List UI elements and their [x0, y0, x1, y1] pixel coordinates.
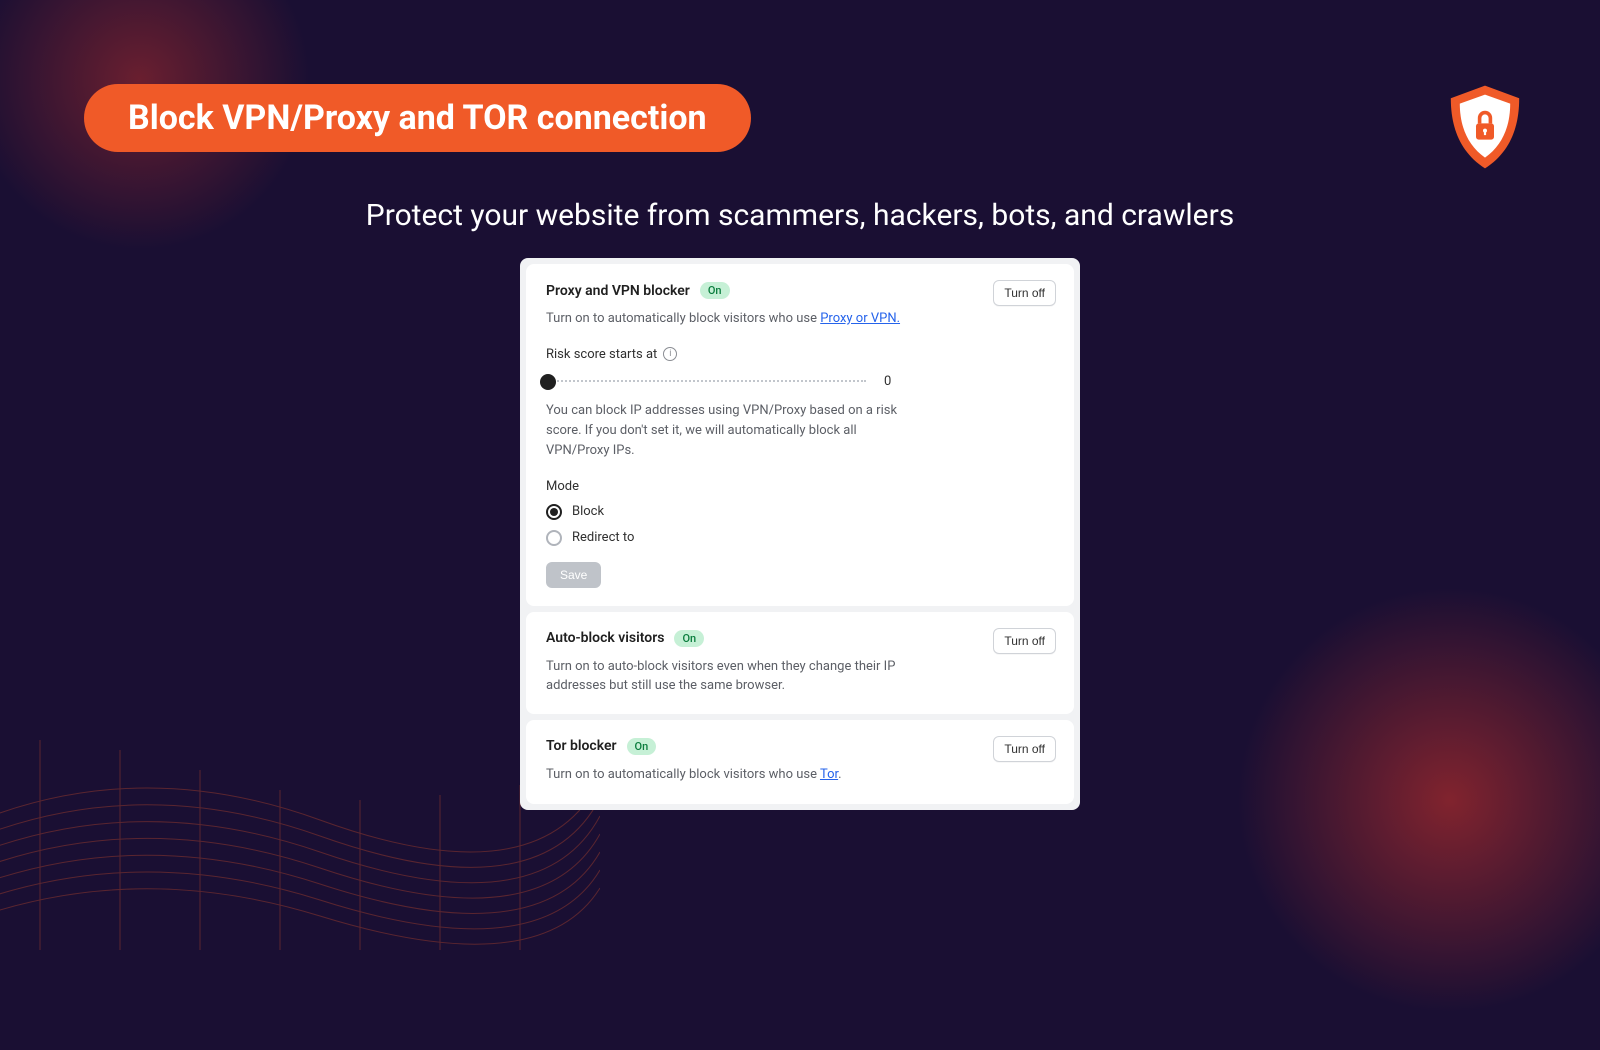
risk-score-label: Risk score starts at: [546, 347, 657, 362]
auto-card-header: Auto-block visitors On: [546, 630, 1054, 647]
tor-card-title: Tor blocker: [546, 738, 617, 754]
proxy-vpn-link[interactable]: Proxy or VPN.: [820, 311, 900, 326]
proxy-turn-off-button[interactable]: Turn off: [993, 280, 1056, 306]
risk-slider-row: 0: [546, 374, 1054, 389]
risk-score-slider[interactable]: [546, 380, 866, 382]
save-button[interactable]: Save: [546, 562, 601, 588]
auto-card-title: Auto-block visitors: [546, 630, 664, 646]
mode-redirect-label: Redirect to: [572, 530, 634, 545]
settings-panel: Proxy and VPN blocker On Turn off Turn o…: [520, 258, 1080, 810]
risk-score-value: 0: [884, 374, 891, 389]
auto-block-card: Auto-block visitors On Turn off Turn on …: [526, 612, 1074, 714]
info-icon[interactable]: i: [663, 347, 677, 361]
mode-block-label: Block: [572, 504, 604, 519]
tor-link[interactable]: Tor: [820, 767, 838, 782]
mode-redirect-row[interactable]: Redirect to: [546, 530, 1054, 546]
tor-turn-off-button[interactable]: Turn off: [993, 736, 1056, 762]
tor-card-desc: Turn on to automatically block visitors …: [546, 765, 906, 785]
status-badge: On: [627, 738, 657, 755]
proxy-card-title: Proxy and VPN blocker: [546, 283, 690, 299]
tor-desc-suffix: .: [838, 767, 841, 782]
proxy-card-desc: Turn on to automatically block visitors …: [546, 309, 906, 329]
tor-desc-prefix: Turn on to automatically block visitors …: [546, 767, 820, 782]
tor-card: Tor blocker On Turn off Turn on to autom…: [526, 720, 1074, 805]
proxy-desc-text: Turn on to automatically block visitors …: [546, 311, 820, 326]
radio-redirect[interactable]: [546, 530, 562, 546]
bg-glow-bottom-right: [1200, 550, 1600, 1050]
mode-label: Mode: [546, 479, 1054, 494]
risk-score-label-row: Risk score starts at i: [546, 347, 1054, 362]
bg-wireframe-lines: [0, 600, 600, 950]
proxy-vpn-card: Proxy and VPN blocker On Turn off Turn o…: [526, 264, 1074, 606]
status-badge: On: [674, 630, 704, 647]
page-title: Block VPN/Proxy and TOR connection: [128, 98, 707, 138]
proxy-card-header: Proxy and VPN blocker On: [546, 282, 1054, 299]
auto-turn-off-button[interactable]: Turn off: [993, 628, 1056, 654]
page-subtitle: Protect your website from scammers, hack…: [0, 198, 1600, 233]
status-badge: On: [700, 282, 730, 299]
auto-card-desc: Turn on to auto-block visitors even when…: [546, 657, 906, 696]
risk-help-text: You can block IP addresses using VPN/Pro…: [546, 401, 906, 461]
page-title-pill: Block VPN/Proxy and TOR connection: [84, 84, 751, 152]
slider-thumb[interactable]: [540, 374, 556, 390]
mode-block-row[interactable]: Block: [546, 504, 1054, 520]
radio-block[interactable]: [546, 504, 562, 520]
tor-card-header: Tor blocker On: [546, 738, 1054, 755]
shield-lock-icon: [1440, 82, 1530, 172]
